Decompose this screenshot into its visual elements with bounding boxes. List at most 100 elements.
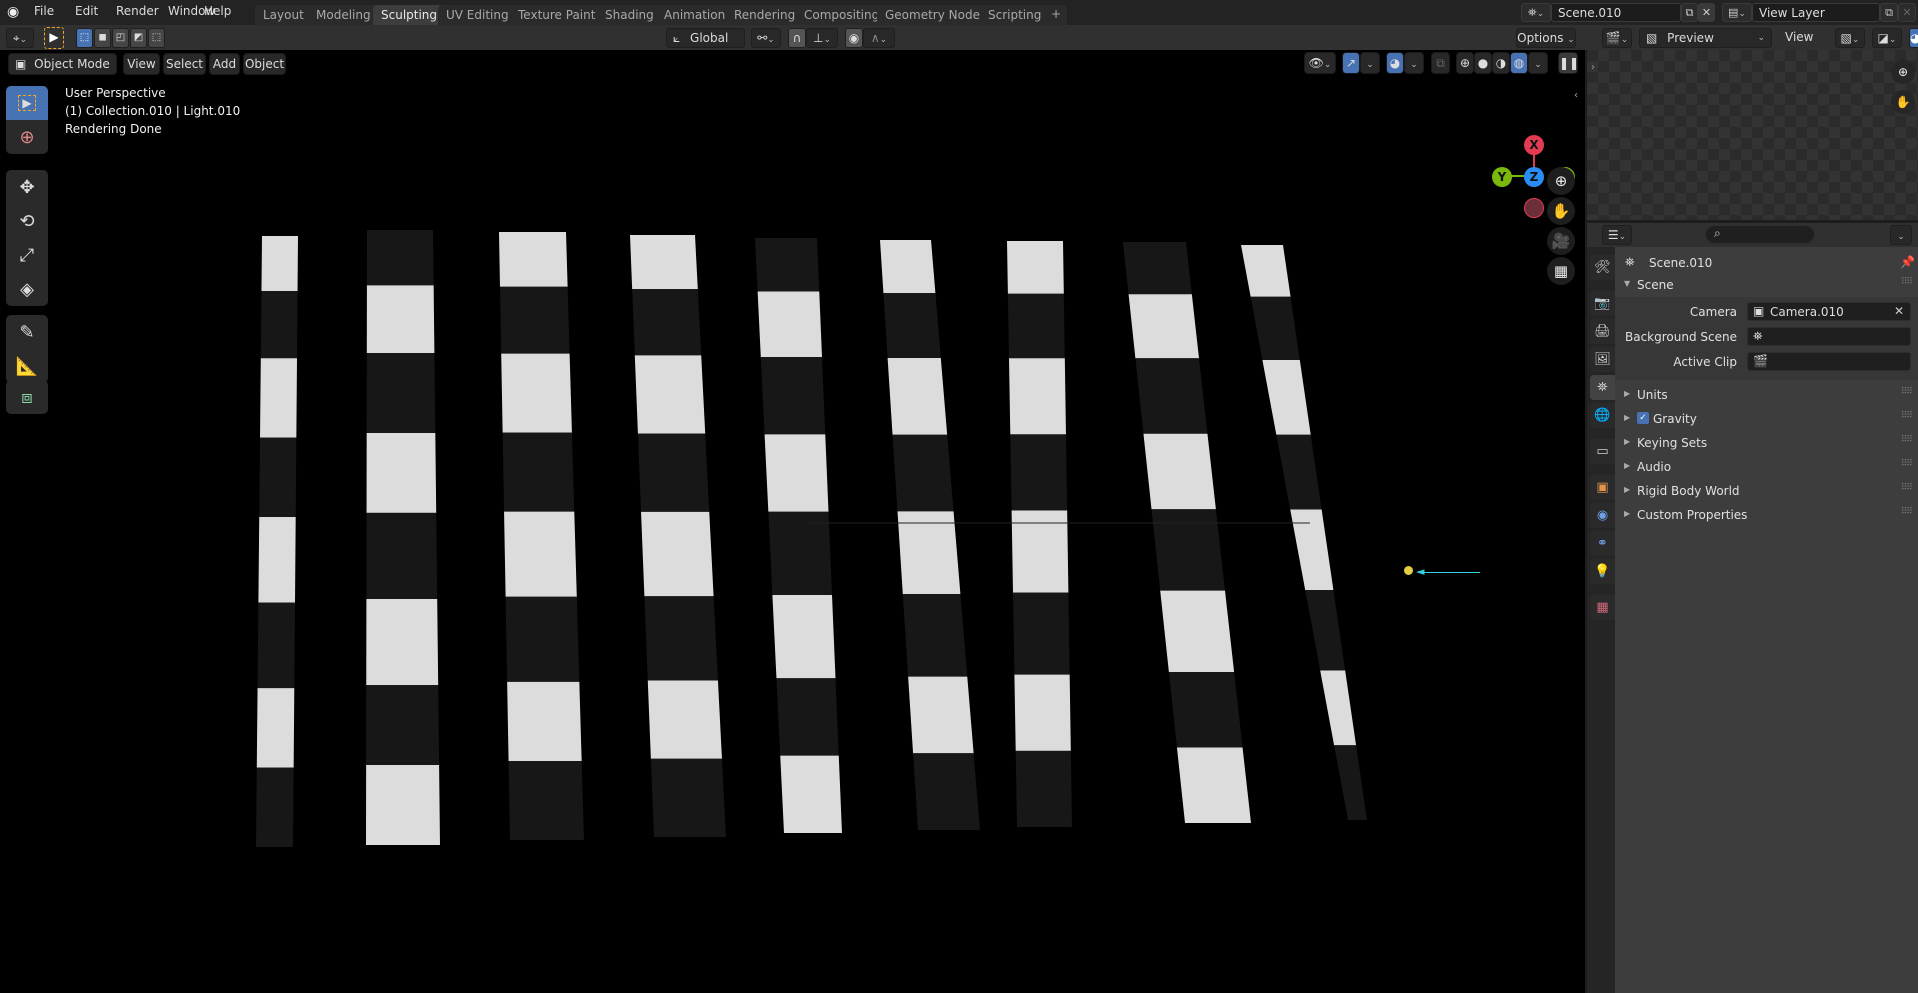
tab-world[interactable]: 🌐 (1590, 403, 1615, 428)
perspective-toggle-button[interactable]: ▦ (1547, 257, 1575, 285)
tab-texture[interactable]: ▦ (1590, 595, 1615, 620)
menu-render[interactable]: Render (116, 4, 159, 18)
properties-options-dropdown[interactable]: ⌄ (1890, 225, 1912, 245)
select-mode-subtract-button[interactable]: ◰ (112, 28, 129, 48)
tool-move[interactable]: ✥ (6, 170, 48, 204)
preview-image-area[interactable]: ⊕ ✋ › (1587, 50, 1918, 220)
tab-physics[interactable]: ◉ (1590, 503, 1615, 528)
drag-grip-icon[interactable]: ⠿⠿ (1901, 507, 1913, 517)
tab-light-data[interactable]: 💡 (1590, 559, 1615, 584)
visibility-dropdown[interactable]: 👁⌄ (1304, 52, 1336, 74)
scene-name-field[interactable]: Scene.010 (1551, 3, 1681, 22)
panel-gravity[interactable]: ▶ ✓ Gravity ⠿⠿ (1615, 407, 1918, 431)
gizmo-z-axis[interactable]: Z (1524, 167, 1544, 187)
panel-custom-properties[interactable]: ▶ Custom Properties ⠿⠿ (1615, 503, 1918, 527)
overlays-dropdown[interactable]: ⌄ (1404, 52, 1424, 74)
panel-rigid-body-world[interactable]: ▶ Rigid Body World ⠿⠿ (1615, 479, 1918, 503)
mode-dropdown[interactable]: ▣ Object Mode ⌄ (8, 53, 117, 91)
background-scene-field[interactable]: ⛯ (1747, 327, 1911, 346)
shading-rendered[interactable]: ◍ (1510, 52, 1528, 74)
snap-target-dropdown[interactable]: ⊥⌄ (806, 28, 838, 48)
tool-add-cube[interactable]: ⧈ (6, 380, 48, 414)
new-view-layer-button[interactable]: ⧉ (1880, 3, 1898, 22)
panel-scene-header[interactable]: ▼ Scene ⠿⠿ (1615, 273, 1918, 297)
shading-wireframe[interactable]: ⊕ (1456, 52, 1474, 74)
tool-rotate[interactable]: ⟲ (6, 204, 48, 238)
tab-compositing[interactable]: Compositing (796, 5, 888, 25)
menu-edit[interactable]: Edit (75, 4, 98, 18)
shading-solid[interactable]: ● (1474, 52, 1492, 74)
tab-shading[interactable]: Shading (597, 5, 662, 25)
zoom-view-button[interactable]: ⊕ (1547, 167, 1575, 195)
clear-icon[interactable]: ✕ (1894, 304, 1904, 318)
camera-view-button[interactable]: 🎥 (1547, 227, 1575, 255)
proportional-falloff-dropdown[interactable]: ∧⌄ (863, 28, 895, 48)
tab-tool[interactable]: 🛠 (1590, 255, 1615, 280)
select-menu[interactable]: Select (163, 53, 206, 75)
drag-grip-icon[interactable]: ⠿⠿ (1901, 411, 1913, 421)
tab-geometry-nodes[interactable]: Geometry Nodes (877, 5, 995, 25)
preview-zoom-button[interactable]: ⊕ (1891, 60, 1915, 84)
panel-keying-sets[interactable]: ▶ Keying Sets ⠿⠿ (1615, 431, 1918, 455)
panel-audio[interactable]: ▶ Audio ⠿⠿ (1615, 455, 1918, 479)
gizmo-neg-x-axis[interactable] (1524, 198, 1544, 218)
shading-material[interactable]: ◑ (1492, 52, 1510, 74)
drag-grip-icon[interactable]: ⠿⠿ (1901, 459, 1913, 469)
pivot-point-dropdown[interactable]: ⚯⌄ (751, 28, 781, 48)
properties-editor-type-button[interactable]: ☰⌄ (1602, 225, 1632, 245)
pan-view-button[interactable]: ✋ (1547, 197, 1575, 225)
drag-grip-icon[interactable]: ⠿⠿ (1901, 435, 1913, 445)
delete-scene-button[interactable]: ✕ (1698, 3, 1715, 22)
tab-scripting[interactable]: Scripting (980, 5, 1050, 25)
tab-constraints[interactable]: ⚭ (1590, 531, 1615, 556)
new-scene-button[interactable]: ⧉ (1681, 3, 1698, 22)
tool-measure[interactable]: 📐 (6, 349, 48, 383)
scene-browse-button[interactable]: ⛯⌄ (1521, 3, 1551, 22)
view-menu[interactable]: View (123, 53, 160, 75)
active-tool-select-icon[interactable]: ▶ (44, 27, 64, 49)
camera-field[interactable]: ▣ Camera.010 ✕ (1747, 302, 1911, 321)
editor-type-button[interactable]: ⌖⌄ (6, 28, 34, 48)
tool-annotate[interactable]: ✎ (6, 315, 48, 349)
object-menu[interactable]: Object (243, 53, 286, 75)
tab-layout[interactable]: Layout (255, 5, 312, 25)
proportional-edit-toggle[interactable]: ◉ (845, 28, 863, 48)
delete-view-layer-button[interactable]: ✕ (1898, 3, 1916, 22)
active-clip-field[interactable]: 🎬 (1747, 352, 1911, 371)
tab-collection[interactable]: ▭ (1590, 439, 1615, 464)
tab-rendering[interactable]: Rendering (726, 5, 804, 25)
tab-modeling[interactable]: Modeling (308, 5, 379, 25)
select-mode-extend-button[interactable]: ◼ (94, 28, 111, 48)
view-layer-browse-button[interactable]: ▤⌄ (1722, 3, 1752, 22)
pin-icon[interactable]: 📌 (1900, 255, 1915, 269)
3d-viewport[interactable]: ▣ Object Mode ⌄ View Select Add Object 👁… (0, 50, 1585, 993)
gravity-checkbox[interactable]: ✓ (1637, 412, 1649, 424)
preview-view-menu[interactable]: View (1785, 30, 1813, 44)
drag-grip-icon[interactable]: ⠿⠿ (1901, 277, 1913, 287)
drag-grip-icon[interactable]: ⠿⠿ (1901, 483, 1913, 493)
preview-display-dropdown[interactable]: ▧⌄ (1835, 28, 1865, 48)
gizmo-x-axis[interactable]: X (1524, 135, 1544, 155)
drag-grip-icon[interactable]: ⠿⠿ (1901, 387, 1913, 397)
tab-texture-paint[interactable]: Texture Paint (510, 5, 604, 25)
tool-scale[interactable]: ⤢ (6, 238, 48, 272)
menu-help[interactable]: Help (204, 4, 231, 18)
light-object-icon[interactable] (1404, 566, 1413, 575)
preview-editor-type-button[interactable]: 🎬⌄ (1602, 28, 1632, 48)
tab-uv-editing[interactable]: UV Editing (438, 5, 517, 25)
transform-orientation-dropdown[interactable]: ⟀ Global ⌄ (666, 28, 745, 63)
tool-cursor[interactable]: ⊕ (6, 120, 48, 154)
sidebar-expand-icon[interactable]: ‹ (1574, 90, 1578, 101)
pause-render-button[interactable]: ❚❚ (1558, 52, 1579, 74)
tool-select-box[interactable]: ▶ (6, 86, 48, 120)
xray-toggle[interactable]: ⧉ (1431, 52, 1450, 74)
toolbar-expand-icon[interactable]: › (1591, 62, 1595, 73)
panel-units[interactable]: ▶ Units ⠿⠿ (1615, 383, 1918, 407)
select-mode-invert-button[interactable]: ◩ (130, 28, 147, 48)
tab-sculpting[interactable]: Sculpting (373, 5, 446, 25)
snap-toggle[interactable]: ∩ (788, 28, 806, 48)
add-workspace-button[interactable]: + (1045, 5, 1068, 25)
tool-transform[interactable]: ◈ (6, 272, 48, 306)
preview-overlay-toggle[interactable]: ◕ (1909, 28, 1918, 48)
gizmo-y-axis[interactable]: Y (1492, 167, 1512, 187)
